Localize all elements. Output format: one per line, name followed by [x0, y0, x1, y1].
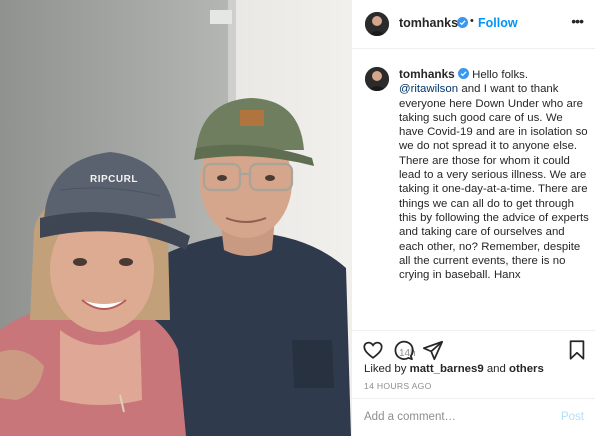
cap-logo-text: RIPCURL [90, 174, 138, 185]
likes-prefix: Liked by [364, 363, 410, 375]
likes-others-link[interactable]: others [509, 363, 544, 375]
post-header: tomhanks • Follow ••• [352, 0, 595, 49]
follow-button[interactable]: Follow [478, 16, 518, 30]
comment-input[interactable] [364, 411, 554, 423]
caption-intro-text: Hello folks. [472, 69, 529, 81]
post-caption: tomhanks Hello folks. @ritawilson and I … [399, 67, 589, 282]
share-icon[interactable] [422, 339, 444, 361]
verified-badge-icon [457, 17, 468, 28]
caption-username[interactable]: tomhanks [399, 67, 455, 81]
likes-summary[interactable]: Liked by matt_barnes9 and others [364, 363, 544, 375]
caption-author-avatar[interactable] [365, 67, 389, 91]
post-comment-button[interactable]: Post [561, 411, 584, 423]
more-options-icon[interactable]: ••• [571, 13, 584, 29]
caption-verified-badge-icon [457, 68, 469, 79]
post-photo-image: RIPCURL [0, 0, 351, 436]
caption-body-text: and I want to thank everyone here Down U… [399, 83, 589, 282]
caption-mention-link[interactable]: @ritawilson [399, 83, 458, 95]
post-side-panel: tomhanks • Follow ••• tomhanks Hello fol… [351, 0, 595, 436]
author-avatar[interactable] [365, 12, 389, 36]
bookmark-icon[interactable] [566, 339, 588, 361]
header-separator: • [470, 15, 474, 27]
liked-by-user[interactable]: matt_barnes9 [410, 363, 484, 375]
heart-icon[interactable] [362, 339, 384, 361]
author-username[interactable]: tomhanks [399, 16, 458, 30]
post-photo[interactable]: RIPCURL [0, 0, 351, 436]
comment-bar: Post [352, 398, 595, 436]
caption-area: tomhanks Hello folks. @ritawilson and I … [352, 50, 595, 359]
likes-and: and [483, 363, 510, 375]
post-timestamp[interactable]: 14 HOURS AGO [364, 381, 432, 391]
comment-icon[interactable] [392, 339, 414, 361]
